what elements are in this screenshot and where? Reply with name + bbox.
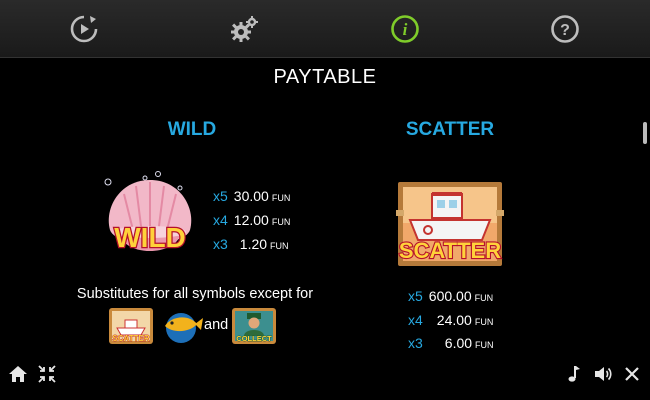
mini-scatter-symbol: SCATTER (109, 308, 153, 344)
mini-collect-symbol: COLLECT (232, 308, 276, 344)
page-title: PAYTABLE (273, 66, 377, 88)
mini-fish-symbol (165, 313, 203, 343)
scrollbar-thumb[interactable] (643, 122, 647, 144)
help-icon: ? (551, 15, 579, 43)
scatter-pay-row-x5: x5 600.00 FUN (408, 288, 493, 304)
close-button[interactable] (620, 362, 644, 386)
sound-icon (595, 367, 612, 381)
collapse-icon (38, 365, 56, 383)
scatter-symbol: SCATTER (396, 182, 504, 266)
autoplay-tab[interactable] (63, 8, 105, 50)
pay-multiplier: x5 (408, 288, 423, 304)
wild-heading: WILD (167, 119, 217, 140)
mini-collect-text: COLLECT (236, 334, 272, 343)
wild-pay-row-x3: x3 1.20 FUN (213, 236, 289, 252)
svg-text:i: i (403, 20, 408, 39)
wild-pay-row-x4: x4 12.00 FUN (213, 212, 290, 228)
home-icon (9, 366, 27, 382)
settings-tab[interactable] (223, 8, 265, 50)
home-button[interactable] (6, 362, 30, 386)
music-button[interactable] (562, 362, 586, 386)
close-icon (625, 367, 639, 381)
scatter-symbol-text: SCATTER (399, 238, 501, 263)
pay-currency: FUN (271, 193, 291, 203)
sound-button[interactable] (591, 362, 615, 386)
pay-amount: 6.00 (444, 335, 473, 351)
pay-amount: 1.20 (239, 236, 268, 252)
pay-multiplier: x4 (408, 312, 423, 328)
pay-multiplier: x5 (213, 188, 228, 204)
info-icon: i (391, 15, 419, 43)
collapse-button[interactable] (35, 362, 59, 386)
substitutes-text: Substitutes for all symbols except for (76, 286, 314, 302)
pay-multiplier: x3 (408, 335, 423, 351)
and-text: and (204, 317, 229, 333)
mini-scatter-text: SCATTER (112, 334, 149, 343)
help-tab[interactable]: ? (544, 8, 586, 50)
wild-symbol: WILD (104, 171, 192, 254)
autoplay-icon (70, 15, 98, 43)
pay-amount: 12.00 (233, 212, 269, 228)
settings-icon (231, 16, 258, 42)
scatter-pay-row-x4: x4 24.00 FUN (408, 312, 493, 328)
wild-pay-row-x5: x5 30.00 FUN (213, 188, 290, 204)
svg-text:?: ? (560, 22, 570, 39)
pay-multiplier: x4 (213, 212, 228, 228)
info-tab[interactable]: i (384, 8, 426, 50)
pay-currency: FUN (475, 340, 494, 350)
wild-symbol-text: WILD (114, 222, 186, 253)
music-icon (568, 366, 580, 382)
scatter-heading: SCATTER (405, 119, 495, 140)
pay-amount: 600.00 (428, 288, 472, 304)
pay-currency: FUN (474, 293, 494, 303)
pay-currency: FUN (271, 217, 291, 227)
scatter-pay-row-x3: x3 6.00 FUN (408, 335, 494, 351)
pay-amount: 30.00 (233, 188, 269, 204)
pay-currency: FUN (270, 241, 289, 251)
pay-currency: FUN (474, 317, 494, 327)
pay-amount: 24.00 (436, 312, 472, 328)
top-tab-bar: i ? (0, 0, 650, 58)
pay-multiplier: x3 (213, 236, 228, 252)
